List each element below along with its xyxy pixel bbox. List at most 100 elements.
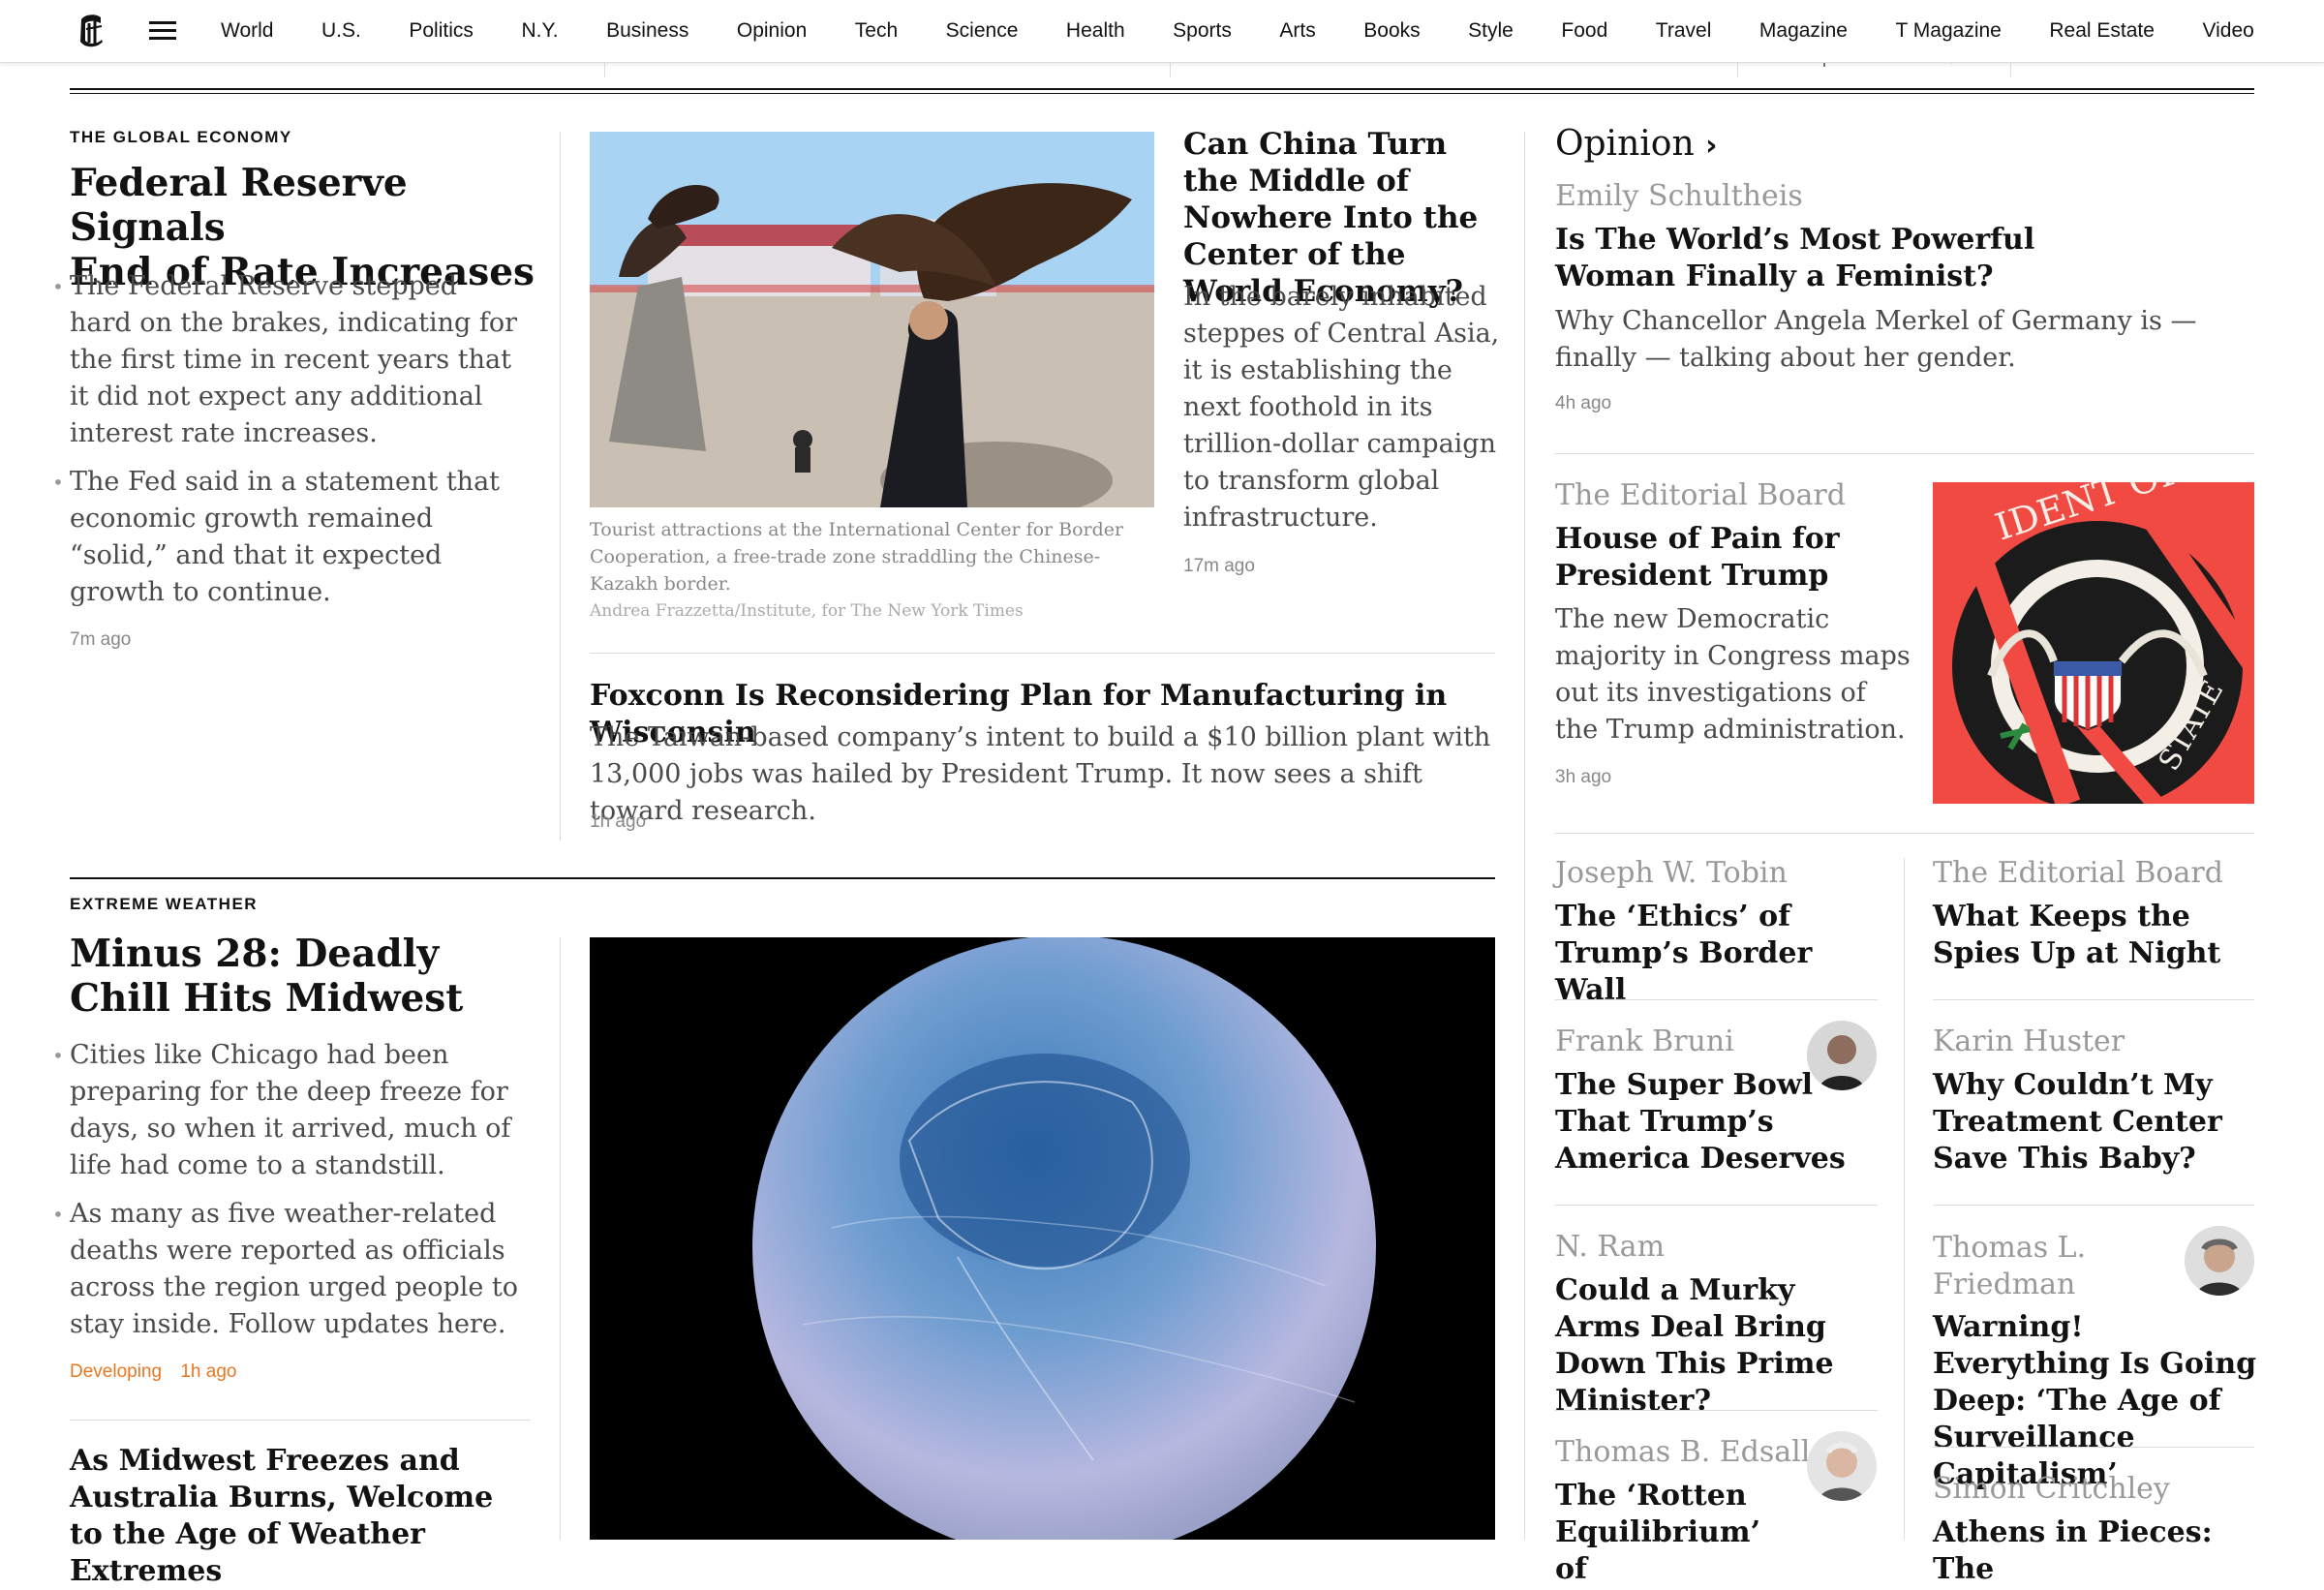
eagle-photo-illustration (590, 132, 1154, 507)
globe-illustration (752, 937, 1376, 1540)
opinion-section-link[interactable]: Opinion › (1555, 124, 1717, 164)
nav-item-us[interactable]: U.S. (321, 19, 361, 43)
summary-bullet: Cities like Chicago had been preparing f… (52, 1037, 535, 1184)
column-divider (560, 132, 561, 841)
section-nav: World U.S. Politics N.Y. Business Opinio… (221, 0, 2254, 62)
summary-bullet: The Federal Reserve stepped hard on the … (52, 268, 525, 452)
nav-item-real-estate[interactable]: Real Estate (2049, 19, 2155, 43)
opinion-author[interactable]: Emily Schultheis (1555, 179, 1803, 213)
story-divider (1555, 999, 1878, 1000)
headline-super-bowl[interactable]: The Super Bowl That Trump’s America Dese… (1555, 1067, 1865, 1177)
nav-item-food[interactable]: Food (1561, 19, 1607, 43)
opinion-author[interactable]: Simon Critchley (1933, 1472, 2170, 1506)
section-rule (70, 877, 1495, 879)
ticker-divider (2010, 62, 2011, 77)
timestamp: 1h ago (590, 811, 647, 832)
avatar[interactable] (2185, 1226, 2254, 1296)
story-divider (1933, 999, 2254, 1000)
story-divider (1555, 453, 2254, 454)
top-navigation: World U.S. Politics N.Y. Business Opinio… (0, 0, 2324, 63)
headline-ethics-border-wall[interactable]: The ‘Ethics’ of Trump’s Border Wall (1555, 899, 1884, 1009)
timestamp: 7m ago (70, 629, 132, 650)
headline-surveillance-capitalism[interactable]: Warning! Everything Is Going Deep: ‘The … (1933, 1309, 2262, 1493)
presidential-seal-illustration[interactable]: IDENT OF TH STATE (1933, 482, 2254, 804)
summary-house-of-pain: The new Democratic majority in Congress … (1555, 604, 1911, 745)
nav-item-ny[interactable]: N.Y. (521, 19, 558, 43)
nav-item-science[interactable]: Science (946, 19, 1019, 43)
column-divider (1524, 132, 1525, 1540)
nav-item-health[interactable]: Health (1066, 19, 1125, 43)
summary-bullet: As many as five weather-related deaths w… (52, 1196, 535, 1343)
opinion-author[interactable]: Joseph W. Tobin (1555, 856, 1788, 890)
section-rule (70, 93, 2254, 94)
chevron-right-icon: › (1705, 129, 1718, 163)
nav-item-opinion[interactable]: Opinion (737, 19, 807, 43)
photo-caption: Tourist attractions at the International… (590, 519, 1124, 595)
economy-bullets: The Federal Reserve stepped hard on the … (52, 268, 525, 623)
ticker-divider (1737, 62, 1738, 77)
story-divider (70, 1420, 531, 1421)
nav-item-business[interactable]: Business (606, 19, 688, 43)
photo-credit: Andrea Frazzetta/Institute, for The New … (590, 601, 1024, 621)
timestamp: 4h ago (1555, 393, 1612, 413)
headline-rotten-equilibrium[interactable]: The ‘Rotten Equilibrium’ of (1555, 1478, 1797, 1588)
nav-item-t-magazine[interactable]: T Magazine (1896, 19, 2002, 43)
photo-polar-vortex[interactable] (590, 937, 1495, 1540)
story-divider (1555, 1205, 1878, 1206)
headline-weather-extremes[interactable]: As Midwest Freezes and Australia Burns, … (70, 1443, 535, 1590)
story-divider (1555, 1410, 1878, 1411)
headline-merkel-feminist[interactable]: Is The World’s Most Powerful Woman Final… (1555, 222, 2059, 295)
headline-house-of-pain[interactable]: House of Pain for President Trump (1555, 521, 1913, 595)
nav-item-arts[interactable]: Arts (1279, 19, 1315, 43)
kicker-extreme-weather[interactable]: EXTREME WEATHER (70, 895, 258, 914)
story-divider (1933, 1447, 2254, 1448)
weather-bullets: Cities like Chicago had been preparing f… (52, 1037, 535, 1355)
column-divider (560, 937, 561, 1540)
nyt-logo-icon[interactable] (76, 12, 107, 48)
story-divider (1933, 1205, 2254, 1206)
headline-athens-in-pieces[interactable]: Athens in Pieces: The (1933, 1514, 2243, 1588)
nav-item-tech[interactable]: Tech (855, 19, 898, 43)
nav-item-sports[interactable]: Sports (1173, 19, 1232, 43)
opinion-author[interactable]: Karin Huster (1933, 1024, 2125, 1058)
summary-foxconn: The Taiwan-based company’s intent to bui… (590, 722, 1491, 826)
seal-image: IDENT OF TH STATE (1933, 482, 2254, 804)
avatar[interactable] (1807, 1431, 1877, 1501)
photo-border-cooperation[interactable] (590, 132, 1154, 507)
column-divider (1904, 858, 1905, 1540)
opinion-title: Opinion (1555, 124, 1695, 164)
story-status: Developing 1h ago (70, 1361, 236, 1383)
timestamp: 1h ago (180, 1361, 237, 1382)
opinion-author[interactable]: Frank Bruni (1555, 1024, 1734, 1058)
nav-item-magazine[interactable]: Magazine (1759, 19, 1848, 43)
nav-item-politics[interactable]: Politics (409, 19, 474, 43)
timestamp: 3h ago (1555, 767, 1612, 787)
opinion-author[interactable]: Thomas L. Friedman (1933, 1230, 2126, 1303)
opinion-author[interactable]: The Editorial Board (1933, 856, 2223, 890)
menu-icon[interactable] (149, 21, 176, 41)
headline-arms-deal[interactable]: Could a Murky Arms Deal Bring Down This … (1555, 1272, 1875, 1420)
section-rule (70, 88, 2254, 90)
opinion-author[interactable]: Thomas B. Edsall (1555, 1435, 1810, 1469)
summary-china: In the barely inhabited steppes of Centr… (1183, 282, 1500, 533)
nav-item-books[interactable]: Books (1363, 19, 1420, 43)
author-portrait-icon (2185, 1226, 2254, 1296)
story-divider (1555, 833, 2254, 834)
headline-treatment-center[interactable]: Why Couldn’t My Treatment Center Save Th… (1933, 1067, 2243, 1177)
nav-item-travel[interactable]: Travel (1656, 19, 1712, 43)
headline-deadly-chill[interactable]: Minus 28: Deadly Chill Hits Midwest (70, 932, 535, 1021)
opinion-author[interactable]: N. Ram (1555, 1230, 1665, 1264)
timestamp: 17m ago (1183, 556, 1255, 576)
nav-item-video[interactable]: Video (2202, 19, 2253, 43)
opinion-author[interactable]: The Editorial Board (1555, 478, 1846, 512)
kicker-global-economy[interactable]: THE GLOBAL ECONOMY (70, 128, 292, 147)
author-portrait-icon (1807, 1431, 1877, 1501)
summary-merkel: Why Chancellor Angela Merkel of Germany … (1555, 306, 2197, 373)
headline-spies-up-at-night[interactable]: What Keeps the Spies Up at Night (1933, 899, 2243, 972)
story-divider (590, 653, 1495, 654)
summary-bullet: The Fed said in a statement that economi… (52, 464, 525, 611)
ticker-divider (604, 62, 605, 77)
nav-item-world[interactable]: World (221, 19, 273, 43)
nav-item-style[interactable]: Style (1468, 19, 1514, 43)
developing-label: Developing (70, 1361, 163, 1382)
